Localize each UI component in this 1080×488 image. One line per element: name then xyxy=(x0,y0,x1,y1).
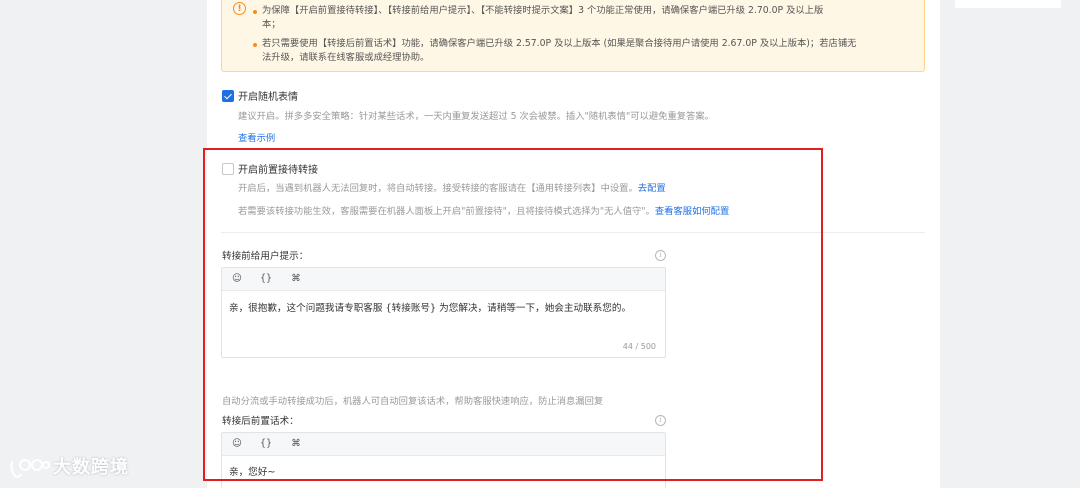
random-emoji-checkbox[interactable] xyxy=(222,90,234,102)
notice-line-1-wrap: 本； xyxy=(262,19,281,30)
upgrade-notice: ! 为保障【开启前置接待转接】、【转接前给用户提示】、【不能转接时提示文案】3 … xyxy=(221,0,925,72)
warning-icon: ! xyxy=(233,2,246,15)
bullet-icon xyxy=(253,10,257,14)
notice-line-1: 为保障【开启前置接待转接】、【转接前给用户提示】、【不能转接时提示文案】3 个功… xyxy=(262,5,824,16)
random-emoji-label[interactable]: 开启随机表情 xyxy=(238,88,298,103)
watermark-text: 大数跨境 xyxy=(53,457,129,478)
brand-logo-icon xyxy=(10,459,50,478)
notice-line-2: 若只需要使用【转接后前置话术】功能，请确保客户端已升级 2.57.0P 及以上版… xyxy=(262,38,857,49)
view-example-link[interactable]: 查看示例 xyxy=(238,130,275,144)
random-emoji-hint: 建议开启。拼多多安全策略：针对某些话术，一天内重复发送超过 5 次会被禁。插入"… xyxy=(238,111,714,122)
bullet-icon xyxy=(253,43,257,47)
highlight-box xyxy=(203,148,823,481)
notice-line-2-wrap: 法升级，请联系在线客服或成经理协助。 xyxy=(262,52,430,63)
right-rail xyxy=(955,0,1061,8)
